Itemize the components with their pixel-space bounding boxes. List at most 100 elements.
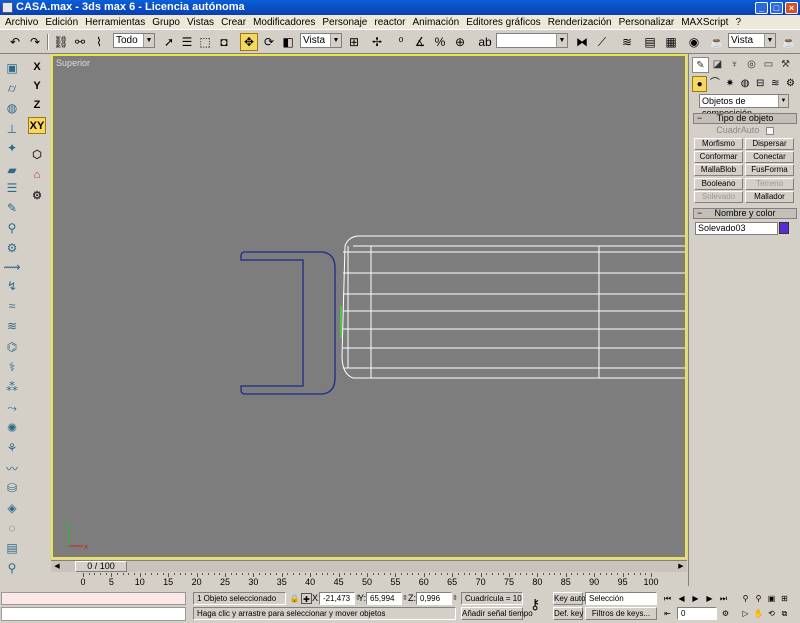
axis-x-button[interactable]: X [28, 59, 46, 76]
create-light-icon[interactable]: ✎ [3, 199, 21, 217]
time-slider[interactable]: ◀ 0 / 100 ▶ [51, 560, 687, 572]
maximize-button[interactable]: □ [770, 1, 783, 14]
mesher-button[interactable]: Mallador [745, 191, 794, 203]
unlink-icon[interactable]: ⚯ [71, 33, 89, 51]
z-coordinate-field[interactable]: 0,996 [416, 592, 452, 605]
menu-maxscript[interactable]: MAXScript [678, 17, 732, 28]
hierarchy-tab-icon[interactable]: ♆ [726, 57, 743, 73]
render-window-icon[interactable]: ▤ [3, 539, 21, 557]
create-star-icon[interactable]: ✦ [3, 139, 21, 157]
morph-button[interactable]: Morfismo [694, 138, 743, 150]
skin-icon[interactable]: ⚘ [3, 439, 21, 457]
autogrid-checkbox[interactable] [765, 126, 774, 135]
named-selection-select[interactable]: ▼ [496, 33, 568, 48]
redo-icon[interactable]: ↷ [26, 33, 44, 51]
previous-key-icon[interactable]: ◀ [676, 593, 687, 604]
field-of-view-icon[interactable]: ▷ [740, 608, 751, 619]
conform-button[interactable]: Conformar [694, 151, 743, 163]
key-mode-toggle-icon[interactable]: ⇤ [662, 608, 673, 619]
current-frame-field[interactable]: 0 [677, 607, 717, 620]
house-icon[interactable]: ⌂ [28, 167, 46, 184]
menu-editores-graficos[interactable]: Editores gráficos [463, 17, 544, 28]
boolean-button[interactable]: Booleano [694, 178, 743, 190]
menu-edicion[interactable]: Edición [42, 17, 82, 28]
connect-button[interactable]: Conectar [745, 151, 794, 163]
menu-modificadores[interactable]: Modificadores [250, 17, 319, 28]
track-bar[interactable]: 0 5 10 15 20 25 30 35 40 45 50 55 60 65 70 75 80 85 90 95 10… [51, 573, 687, 589]
geometry-icon[interactable]: ● [692, 76, 708, 92]
particle-icon[interactable]: ✺ [3, 419, 21, 437]
create-tab-icon[interactable]: ✎ [692, 57, 709, 73]
create-camera-icon[interactable]: ⚲ [3, 219, 21, 237]
space-warp-icon[interactable]: ⟿ [3, 258, 21, 276]
angle-snap-icon[interactable]: ∡ [411, 33, 429, 51]
snap-toggle-icon[interactable]: ⁰ [392, 33, 410, 51]
modify-tab-icon[interactable]: ◪ [709, 57, 726, 73]
maxscript-listener-line[interactable] [1, 592, 186, 605]
next-key-icon[interactable]: ▶ [704, 593, 715, 604]
utilities-tab-icon[interactable]: ⚒ [777, 57, 794, 73]
path-deform-icon[interactable]: ⤳ [3, 399, 21, 417]
menu-help[interactable]: ? [732, 17, 745, 28]
unwrap-icon[interactable]: ◌ [3, 519, 21, 537]
render-scene-icon[interactable]: ☕ [708, 33, 726, 51]
display-tab-icon[interactable]: ▭ [760, 57, 777, 73]
menu-personalizar[interactable]: Personalizar [616, 17, 679, 28]
viewport-top[interactable]: Superior y x [51, 54, 687, 559]
maxscript-input-line[interactable] [1, 607, 186, 621]
menu-reactor[interactable]: reactor [371, 17, 409, 28]
bend-icon[interactable]: ↯ [3, 277, 21, 295]
x-coordinate-field[interactable]: -21,473 [319, 592, 355, 605]
view-cube-icon[interactable]: ⬡ [28, 147, 46, 164]
object-type-rollout-header[interactable]: − Tipo de objeto [693, 113, 797, 124]
object-name-field[interactable]: Solevado03 [695, 222, 778, 235]
select-and-scale-icon[interactable]: ◧ [279, 33, 297, 51]
mirror-icon[interactable]: ⧓ [573, 33, 591, 51]
key-icon[interactable]: ⚷ [530, 597, 540, 611]
add-time-tag-button[interactable]: Añadir señal tiempo [461, 607, 533, 620]
create-cylinder-icon[interactable]: ⌭ [3, 79, 21, 97]
time-configuration-icon[interactable]: ⚙ [720, 608, 731, 619]
lights-icon[interactable]: ✷ [722, 76, 737, 92]
select-and-rotate-icon[interactable]: ⟳ [260, 33, 278, 51]
minimize-button[interactable]: _ [755, 1, 768, 14]
menu-grupo[interactable]: Grupo [149, 17, 184, 28]
select-and-link-icon[interactable]: ⛓ [52, 33, 70, 51]
geometry-category-select[interactable]: Objetos de composición ▼ [699, 94, 789, 118]
y-spinner-icon[interactable]: ⇳ [402, 592, 408, 605]
lock-selection-icon[interactable]: 🔒 [289, 593, 300, 604]
cameras-icon[interactable]: ◍ [738, 76, 753, 92]
schematic-view-icon[interactable]: ▦ [662, 33, 680, 51]
pan-icon[interactable]: ✋ [753, 608, 764, 619]
menu-archivo[interactable]: Archivo [2, 17, 42, 28]
axis-z-button[interactable]: Z [28, 97, 46, 114]
select-and-move-icon[interactable]: ✥ [240, 33, 258, 51]
create-box-icon[interactable]: ▣ [3, 59, 21, 77]
go-to-end-icon[interactable]: ⏭ [718, 593, 729, 604]
z-spinner-icon[interactable]: ⇳ [452, 592, 458, 605]
menu-personaje[interactable]: Personaje [319, 17, 371, 28]
create-stairs-icon[interactable]: ☰ [3, 179, 21, 197]
menu-vistas[interactable]: Vistas [184, 17, 218, 28]
menu-animacion[interactable]: Animación [410, 17, 464, 28]
absolute-mode-icon[interactable]: ✚ [301, 593, 312, 604]
systems-icon[interactable]: ⚙ [783, 76, 798, 92]
quick-render-icon[interactable]: ☕ [780, 33, 798, 51]
arc-rotate-icon[interactable]: ⟲ [766, 608, 777, 619]
create-helper-icon[interactable]: ⚙ [3, 239, 21, 257]
edit-named-selection-icon[interactable]: ab [476, 33, 494, 51]
play-icon[interactable]: ▶ [690, 593, 701, 604]
helpers-icon[interactable]: ⊟ [753, 76, 768, 92]
zoom-all-icon[interactable]: ⚲ [753, 593, 764, 604]
select-and-manipulate-icon[interactable]: ✢ [368, 33, 386, 51]
create-sphere-icon[interactable]: ◍ [3, 99, 21, 117]
layer-manager-icon[interactable]: ≋ [618, 33, 636, 51]
go-to-start-icon[interactable]: ⏮ [662, 593, 673, 604]
close-button[interactable]: × [785, 1, 798, 14]
object-color-swatch[interactable] [779, 222, 789, 234]
lathe-icon[interactable]: 〰 [3, 459, 21, 477]
key-filters-button[interactable]: Filtros de keys... [585, 607, 657, 620]
extrude-icon[interactable]: ⛁ [3, 479, 21, 497]
menu-herramientas[interactable]: Herramientas [82, 17, 149, 28]
blobmesh-button[interactable]: MallaBlob [694, 164, 743, 176]
